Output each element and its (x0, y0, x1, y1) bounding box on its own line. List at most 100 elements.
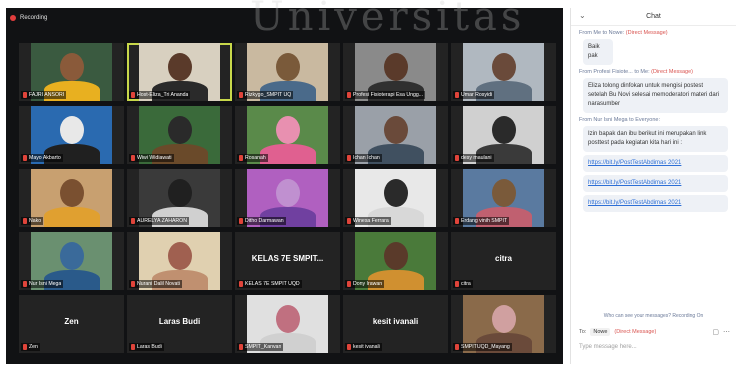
participant-name: Wiwi Widiawati (137, 155, 172, 161)
participant-face (491, 116, 516, 144)
recording-indicator[interactable]: Recording (10, 13, 47, 23)
chat-message: Baik pak (583, 39, 613, 65)
participant-tile[interactable]: Zen Zen (19, 295, 124, 353)
participant-face (383, 242, 408, 270)
participant-display-name: kesit ivanali (372, 317, 419, 326)
participant-face (275, 179, 300, 207)
chat-link[interactable]: https://bit.ly/PostTestAbdimas 2021 (583, 175, 728, 192)
muted-mic-icon (455, 344, 459, 350)
participant-tile[interactable]: Rosanah (235, 106, 340, 164)
participant-tile[interactable]: Ichan Ichan (343, 106, 448, 164)
participant-name: kesit ivanali (353, 344, 380, 350)
participant-face (383, 116, 408, 144)
participant-tile[interactable]: Wiwi Widiawati (127, 106, 232, 164)
participant-name-tag: SMPIT_Kanvan (237, 343, 284, 351)
participant-name: Zen (29, 344, 38, 350)
participant-name: Rosanah (245, 155, 266, 161)
privacy-notice[interactable]: Who can see your messages? Recording On (571, 313, 736, 319)
participant-name-tag: Nur Isni Mega (21, 280, 64, 288)
participant-name-tag: Mayo Akbarto (21, 154, 63, 162)
chat-title: Chat (646, 13, 661, 20)
muted-mic-icon (347, 281, 351, 287)
chat-link[interactable]: https://bit.ly/PostTestAbdimas 2021 (583, 155, 728, 172)
participant-name-tag: Nako (21, 217, 44, 225)
message-input[interactable]: Type message here... (579, 344, 730, 350)
chat-header: ⌄ Chat (571, 8, 736, 26)
participant-tile[interactable]: Rizkygo_SMPIT UQ (235, 43, 340, 101)
participant-tile[interactable]: Winesa Ferrara (343, 169, 448, 227)
participant-face (275, 305, 300, 333)
direct-message-badge: (Direct Message) (614, 329, 657, 335)
participant-grid: FAJRI ANSORI Host-Eliza_Tri Ananda Rizkygo… (19, 43, 556, 353)
participant-name: Nako (29, 218, 42, 224)
recording-label: Recording (20, 15, 48, 21)
muted-mic-icon (131, 92, 135, 98)
participant-tile[interactable]: SMPIT_Kanvan (235, 295, 340, 353)
participant-name: citra (461, 281, 471, 287)
participant-name: SMPITUQD_Mayang (461, 344, 510, 350)
participant-name-tag: Profesi Fisioterapi Esa Ungg... (345, 91, 426, 99)
gallery-view: Recording FAJRI ANSORI Host-Eliza_Tri Ana… (6, 8, 563, 364)
participant-tile[interactable]: Nako (19, 169, 124, 227)
muted-mic-icon (347, 155, 351, 161)
participant-tile[interactable]: Mayo Akbarto (19, 106, 124, 164)
recipient-select[interactable]: Nowe (590, 328, 611, 336)
participant-face (167, 53, 192, 81)
chat-message: Izin bapak dan ibu berikut ini merupakan… (583, 126, 728, 152)
participant-face (167, 116, 192, 144)
muted-mic-icon (131, 281, 135, 287)
participant-tile[interactable]: Laras Budi Laras Budi (127, 295, 232, 353)
participant-face (275, 116, 300, 144)
participant-display-name: Laras Budi (158, 317, 201, 326)
muted-mic-icon (23, 281, 27, 287)
zoom-window: Recording FAJRI ANSORI Host-Eliza_Tri Ana… (0, 0, 737, 365)
participant-tile[interactable]: kesit ivanali kesit ivanali (343, 295, 448, 353)
message-sender: From Nur Isni Mega to Everyone: (579, 117, 661, 123)
participant-tile[interactable]: citra citra (451, 232, 556, 290)
participant-tile[interactable]: AURELYA ZAHARON (127, 169, 232, 227)
chat-link[interactable]: https://bit.ly/PostTestAbdimas 2021 (583, 195, 728, 212)
participant-tile[interactable]: Umar Rosyidi (451, 43, 556, 101)
muted-mic-icon (239, 155, 243, 161)
chat-message: Eliza tolong dinfokan untuk mengisi post… (583, 78, 728, 113)
participant-tile[interactable]: FAJRI ANSORI (19, 43, 124, 101)
participant-name-tag: Wiwi Widiawati (129, 154, 174, 162)
muted-mic-icon (239, 344, 243, 350)
participant-face (491, 53, 516, 81)
message-sender: From Profesi Fisiote... to Me: (Direct M… (579, 69, 694, 75)
participant-face (383, 53, 408, 81)
participant-tile[interactable]: Host-Eliza_Tri Ananda (127, 43, 232, 101)
participant-name: Winesa Ferrara (353, 218, 389, 224)
participant-name-tag: Dony Irawan (345, 280, 385, 288)
participant-name: Umar Rosyidi (461, 92, 493, 98)
more-icon[interactable]: ⋯ (723, 328, 730, 336)
participant-tile[interactable]: desy maulani (451, 106, 556, 164)
recipient-row: To: Nowe (Direct Message) ▢ ⋯ (579, 328, 730, 336)
participant-name: AURELYA ZAHARON (137, 218, 187, 224)
muted-mic-icon (23, 344, 27, 350)
participant-tile[interactable]: Erdang vinih SMPIT (451, 169, 556, 227)
participant-tile[interactable]: KELAS 7E SMPIT... KELAS 7E SMPIT UQD (235, 232, 340, 290)
participant-tile[interactable]: Dony Irawan (343, 232, 448, 290)
participant-body (259, 144, 316, 164)
participant-tile[interactable]: SMPITUQD_Mayang (451, 295, 556, 353)
participant-tile[interactable]: Ditho Darmawan (235, 169, 340, 227)
to-label: To: (579, 329, 587, 335)
muted-mic-icon (239, 281, 243, 287)
participant-display-name: citra (495, 254, 512, 263)
participant-face (275, 53, 300, 81)
participant-face (167, 179, 192, 207)
participant-tile[interactable]: Nur Isni Mega (19, 232, 124, 290)
participant-tile[interactable]: Profesi Fisioterapi Esa Ungg... (343, 43, 448, 101)
participant-tile[interactable]: Nurani Dalil Novati (127, 232, 232, 290)
participant-name-tag: FAJRI ANSORI (21, 91, 67, 99)
participant-face (59, 53, 84, 81)
participant-name: Ditho Darmawan (245, 218, 284, 224)
muted-mic-icon (347, 92, 351, 98)
participant-video (31, 169, 112, 227)
chevron-down-icon[interactable]: ⌄ (579, 11, 586, 20)
file-icon[interactable]: ▢ (712, 328, 719, 336)
participant-name-tag: SMPITUQD_Mayang (453, 343, 512, 351)
participant-face (167, 242, 192, 270)
muted-mic-icon (23, 155, 27, 161)
